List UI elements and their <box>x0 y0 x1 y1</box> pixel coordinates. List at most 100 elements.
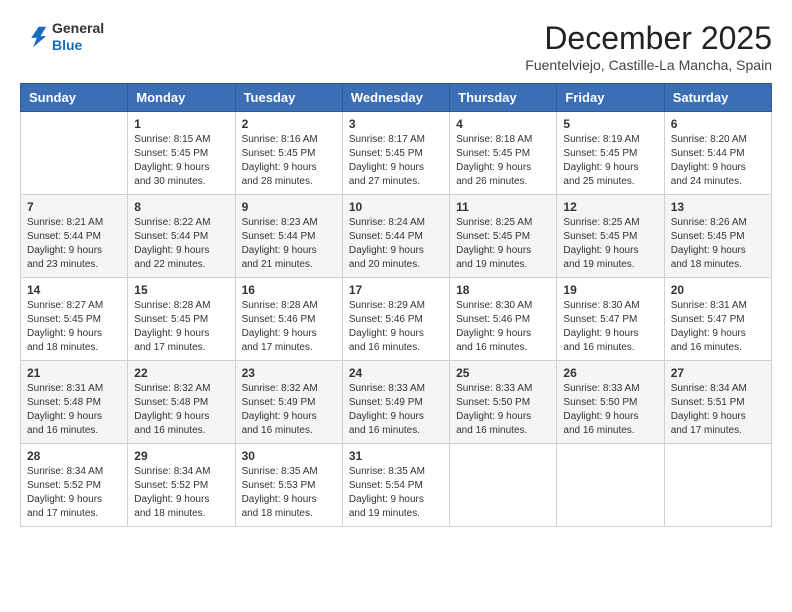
day-number: 29 <box>134 449 228 463</box>
month-title: December 2025 <box>525 20 772 57</box>
calendar-cell: 10Sunrise: 8:24 AM Sunset: 5:44 PM Dayli… <box>342 195 449 278</box>
calendar-cell <box>664 444 771 527</box>
calendar-cell: 12 Sunrise: 8:25 AM Sunset: 5:45 PM Dayli… <box>557 195 664 278</box>
weekday-header-wednesday: Wednesday <box>342 84 449 112</box>
calendar-cell: 13Sunrise: 8:26 AM Sunset: 5:45 PM Dayli… <box>664 195 771 278</box>
day-info: Sunrise: 8:16 AM Sunset: 5:45 PM Dayligh… <box>242 133 336 189</box>
calendar-cell: 4 Sunrise: 8:18 AM Sunset: 5:45 PM Daylig… <box>450 112 557 195</box>
calendar-cell: 8 Sunrise: 8:22 AM Sunset: 5:44 PM Daylig… <box>128 195 235 278</box>
calendar-cell: 31Sunrise: 8:35 AM Sunset: 5:54 PM Dayli… <box>342 444 449 527</box>
calendar-cell: 1 Sunrise: 8:15 AM Sunset: 5:45 PM Daylig… <box>128 112 235 195</box>
weekday-header-row: SundayMondayTuesdayWednesdayThursdayFrid… <box>21 84 772 112</box>
calendar-cell: 22 Sunrise: 8:32 AM Sunset: 5:48 PM Dayli… <box>128 361 235 444</box>
logo: General Blue <box>20 20 104 54</box>
day-info: Sunrise: 8:27 AM Sunset: 5:45 PM Dayligh… <box>27 299 121 355</box>
day-info: Sunrise: 8:20 AM Sunset: 5:44 PM Dayligh… <box>671 133 765 189</box>
day-info: Sunrise: 8:32 AM Sunset: 5:49 PM Dayligh… <box>242 382 336 438</box>
weekday-header-saturday: Saturday <box>664 84 771 112</box>
calendar-cell: 24 Sunrise: 8:33 AM Sunset: 5:49 PM Dayli… <box>342 361 449 444</box>
day-number: 21 <box>27 366 121 380</box>
day-info: Sunrise: 8:31 AM Sunset: 5:48 PM Dayligh… <box>27 382 121 438</box>
calendar-cell: 21 Sunrise: 8:31 AM Sunset: 5:48 PM Dayli… <box>21 361 128 444</box>
day-info: Sunrise: 8:28 AM Sunset: 5:46 PM Dayligh… <box>242 299 336 355</box>
calendar-cell: 27 Sunrise: 8:34 AM Sunset: 5:51 PM Dayli… <box>664 361 771 444</box>
day-number: 26 <box>563 366 657 380</box>
day-info: Sunrise: 8:33 AM Sunset: 5:50 PM Dayligh… <box>563 382 657 438</box>
weekday-header-monday: Monday <box>128 84 235 112</box>
day-number: 25 <box>456 366 550 380</box>
day-info: Sunrise: 8:24 AM Sunset: 5:44 PM Dayligh… <box>349 216 443 272</box>
day-info: Sunrise: 8:23 AM Sunset: 5:44 PM Dayligh… <box>242 216 336 272</box>
calendar-week-row: 28 Sunrise: 8:34 AM Sunset: 5:52 PM Dayli… <box>21 444 772 527</box>
weekday-header-sunday: Sunday <box>21 84 128 112</box>
day-number: 30 <box>242 449 336 463</box>
calendar-cell: 3 Sunrise: 8:17 AM Sunset: 5:45 PM Daylig… <box>342 112 449 195</box>
day-info: Sunrise: 8:29 AM Sunset: 5:46 PM Dayligh… <box>349 299 443 355</box>
header: General Blue December 2025 Fuentelviejo,… <box>20 20 772 73</box>
day-number: 11 <box>456 200 550 214</box>
day-info: Sunrise: 8:15 AM Sunset: 5:45 PM Dayligh… <box>134 133 228 189</box>
day-info: Sunrise: 8:18 AM Sunset: 5:45 PM Dayligh… <box>456 133 550 189</box>
day-info: Sunrise: 8:17 AM Sunset: 5:45 PM Dayligh… <box>349 133 443 189</box>
calendar-cell <box>450 444 557 527</box>
day-info: Sunrise: 8:35 AM Sunset: 5:53 PM Dayligh… <box>242 465 336 521</box>
logo-blue-text: Blue <box>52 37 104 54</box>
day-number: 20 <box>671 283 765 297</box>
calendar-cell: 29 Sunrise: 8:34 AM Sunset: 5:52 PM Dayli… <box>128 444 235 527</box>
day-info: Sunrise: 8:34 AM Sunset: 5:52 PM Dayligh… <box>134 465 228 521</box>
weekday-header-friday: Friday <box>557 84 664 112</box>
day-info: Sunrise: 8:28 AM Sunset: 5:45 PM Dayligh… <box>134 299 228 355</box>
day-number: 4 <box>456 117 550 131</box>
calendar-cell: 6 Sunrise: 8:20 AM Sunset: 5:44 PM Daylig… <box>664 112 771 195</box>
day-number: 18 <box>456 283 550 297</box>
calendar-cell: 7Sunrise: 8:21 AM Sunset: 5:44 PM Daylig… <box>21 195 128 278</box>
day-number: 12 <box>563 200 657 214</box>
calendar-cell <box>557 444 664 527</box>
weekday-header-tuesday: Tuesday <box>235 84 342 112</box>
calendar-week-row: 14 Sunrise: 8:27 AM Sunset: 5:45 PM Dayli… <box>21 278 772 361</box>
day-number: 14 <box>27 283 121 297</box>
day-info: Sunrise: 8:22 AM Sunset: 5:44 PM Dayligh… <box>134 216 228 272</box>
day-number: 6 <box>671 117 765 131</box>
day-number: 3 <box>349 117 443 131</box>
day-info: Sunrise: 8:19 AM Sunset: 5:45 PM Dayligh… <box>563 133 657 189</box>
day-info: Sunrise: 8:21 AM Sunset: 5:44 PM Dayligh… <box>27 216 121 272</box>
day-info: Sunrise: 8:31 AM Sunset: 5:47 PM Dayligh… <box>671 299 765 355</box>
day-number: 16 <box>242 283 336 297</box>
logo-general-text: General <box>52 20 104 37</box>
calendar-cell: 5 Sunrise: 8:19 AM Sunset: 5:45 PM Daylig… <box>557 112 664 195</box>
calendar-cell: 11 Sunrise: 8:25 AM Sunset: 5:45 PM Dayli… <box>450 195 557 278</box>
day-info: Sunrise: 8:30 AM Sunset: 5:47 PM Dayligh… <box>563 299 657 355</box>
calendar-cell: 19 Sunrise: 8:30 AM Sunset: 5:47 PM Dayli… <box>557 278 664 361</box>
day-number: 8 <box>134 200 228 214</box>
calendar-cell: 17Sunrise: 8:29 AM Sunset: 5:46 PM Dayli… <box>342 278 449 361</box>
day-info: Sunrise: 8:33 AM Sunset: 5:49 PM Dayligh… <box>349 382 443 438</box>
day-info: Sunrise: 8:34 AM Sunset: 5:51 PM Dayligh… <box>671 382 765 438</box>
day-number: 1 <box>134 117 228 131</box>
day-number: 27 <box>671 366 765 380</box>
calendar-cell: 15 Sunrise: 8:28 AM Sunset: 5:45 PM Dayli… <box>128 278 235 361</box>
calendar-cell: 26 Sunrise: 8:33 AM Sunset: 5:50 PM Dayli… <box>557 361 664 444</box>
day-number: 19 <box>563 283 657 297</box>
day-number: 24 <box>349 366 443 380</box>
day-number: 5 <box>563 117 657 131</box>
day-info: Sunrise: 8:25 AM Sunset: 5:45 PM Dayligh… <box>563 216 657 272</box>
day-number: 9 <box>242 200 336 214</box>
calendar-cell: 20 Sunrise: 8:31 AM Sunset: 5:47 PM Dayli… <box>664 278 771 361</box>
day-number: 15 <box>134 283 228 297</box>
day-info: Sunrise: 8:26 AM Sunset: 5:45 PM Dayligh… <box>671 216 765 272</box>
title-area: December 2025 Fuentelviejo, Castille-La … <box>525 20 772 73</box>
logo-text: General Blue <box>52 20 104 54</box>
calendar-cell: 23 Sunrise: 8:32 AM Sunset: 5:49 PM Dayli… <box>235 361 342 444</box>
calendar-cell: 16 Sunrise: 8:28 AM Sunset: 5:46 PM Dayli… <box>235 278 342 361</box>
day-info: Sunrise: 8:25 AM Sunset: 5:45 PM Dayligh… <box>456 216 550 272</box>
day-number: 23 <box>242 366 336 380</box>
day-info: Sunrise: 8:32 AM Sunset: 5:48 PM Dayligh… <box>134 382 228 438</box>
day-info: Sunrise: 8:34 AM Sunset: 5:52 PM Dayligh… <box>27 465 121 521</box>
day-info: Sunrise: 8:30 AM Sunset: 5:46 PM Dayligh… <box>456 299 550 355</box>
calendar-week-row: 1 Sunrise: 8:15 AM Sunset: 5:45 PM Daylig… <box>21 112 772 195</box>
day-number: 28 <box>27 449 121 463</box>
calendar-cell: 28 Sunrise: 8:34 AM Sunset: 5:52 PM Dayli… <box>21 444 128 527</box>
calendar-cell: 14 Sunrise: 8:27 AM Sunset: 5:45 PM Dayli… <box>21 278 128 361</box>
day-number: 22 <box>134 366 228 380</box>
